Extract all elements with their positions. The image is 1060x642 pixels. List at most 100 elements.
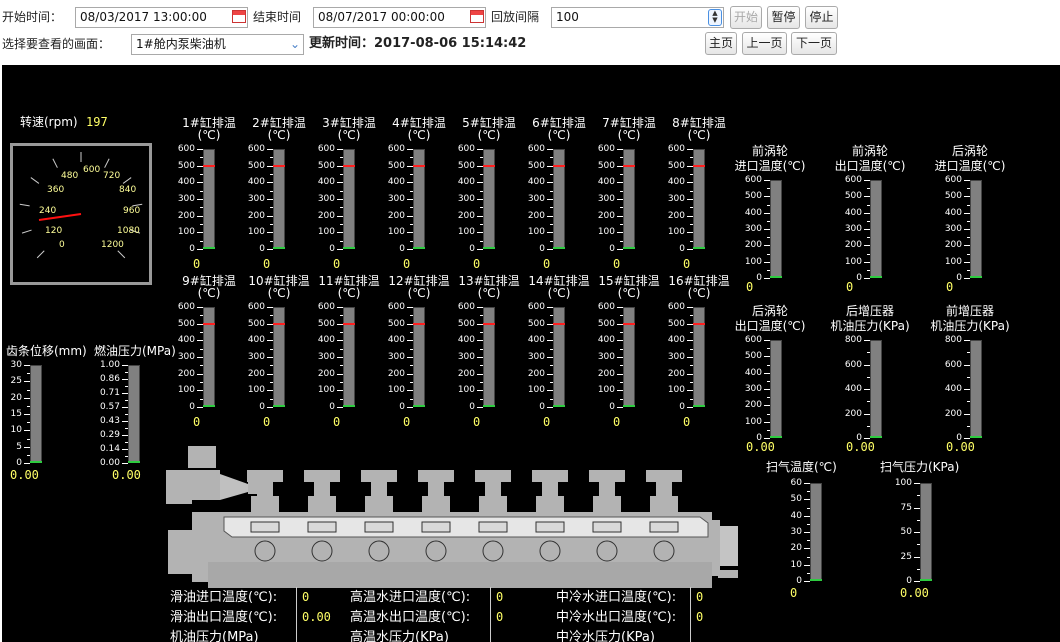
spinner-icon[interactable]: ▲ ▼ [708, 9, 722, 26]
cylinder-head [475, 470, 511, 482]
tick-label: 200 [597, 368, 615, 379]
tick-mark [807, 491, 810, 493]
crank-circle [482, 540, 504, 562]
tick-mark [480, 332, 483, 333]
stop-button[interactable]: 停止 [805, 6, 838, 29]
tick-label: 200 [844, 240, 862, 251]
start-button[interactable]: 开始 [730, 6, 762, 29]
tick-label: 300 [744, 224, 762, 234]
tick-mark [24, 365, 30, 366]
exhaust-temp-16-value: 0 [683, 415, 691, 429]
tick-mark [547, 373, 553, 375]
tick-mark [547, 149, 553, 150]
tick-mark [767, 220, 770, 222]
screen-select[interactable]: 1#舱内泵柴油机 ⌄ [131, 34, 304, 55]
tick-mark [690, 207, 693, 209]
chevron-down-icon: ⌄ [289, 37, 300, 51]
tick-label: 300 [457, 194, 475, 204]
table-row: 机油压力(MPa) [170, 630, 259, 642]
tick-label: 200 [457, 210, 475, 221]
exhaust-unit: (℃) [407, 128, 431, 142]
end-time-input[interactable]: 08/07/2017 00:00:00 [313, 7, 486, 28]
tick-mark [410, 240, 413, 242]
tick-mark [690, 382, 693, 383]
tick-mark [270, 398, 273, 400]
prev-page-button[interactable]: 上一页 [742, 32, 787, 55]
tick-label: 200 [247, 210, 265, 221]
next-page-button[interactable]: 下一页 [791, 32, 837, 55]
tick-label: 100 [944, 256, 962, 267]
tick-mark [807, 507, 810, 509]
tick-label: 30 [790, 527, 802, 537]
tick-mark [964, 245, 970, 247]
tick-mark [967, 352, 970, 354]
exhaust-unit: (℃) [267, 286, 291, 300]
scavenge-temp-level [810, 579, 822, 581]
start-time-input[interactable]: 08/03/2017 13:00:00 [75, 7, 248, 28]
tick-label: 400 [457, 177, 475, 188]
tick-mark [687, 249, 693, 250]
tick-mark [340, 332, 343, 333]
tick-mark [964, 229, 970, 230]
exhaust-port [307, 521, 337, 533]
home-button[interactable]: 主页 [705, 32, 737, 55]
tick-mark [340, 365, 343, 367]
tick-mark [764, 389, 770, 390]
pause-button[interactable]: 暂停 [767, 6, 800, 29]
tick-mark [807, 556, 810, 558]
tick-mark [617, 357, 623, 358]
tick-mark [122, 379, 128, 380]
exhaust-unit: (℃) [687, 286, 711, 300]
tick-label: 500 [667, 318, 685, 329]
tick-label: 100 [844, 256, 862, 267]
exhaust-unit: (℃) [477, 286, 501, 300]
tick-mark [200, 382, 203, 383]
tick-mark [200, 398, 203, 400]
tick-mark [617, 373, 623, 375]
tick-mark [690, 365, 693, 367]
tick-label: 200 [944, 408, 962, 419]
tick-label: 600 [387, 302, 405, 312]
tick-mark [620, 365, 623, 367]
interval-input[interactable]: 100 ▲ ▼ [551, 7, 724, 28]
tick-label: 600 [744, 175, 762, 185]
tick-mark [337, 249, 343, 250]
tick-mark [197, 215, 203, 217]
tick-mark [200, 348, 203, 350]
tick-mark [480, 207, 483, 209]
cylinder-head [247, 470, 283, 482]
cylinder-head [646, 470, 682, 482]
rpm-dial: 120 240 360 480 600 720 840 960 1080 120… [10, 143, 152, 285]
tick-label: 0.29 [99, 430, 120, 440]
tick-mark [337, 407, 343, 408]
tick-mark [690, 157, 693, 159]
turbo-0-bar [770, 180, 782, 278]
tick-mark [197, 182, 203, 184]
tick-mark [340, 190, 343, 192]
tick-mark [480, 382, 483, 383]
tick-mark [200, 240, 203, 242]
tick-mark [200, 190, 203, 192]
tick-mark [200, 224, 203, 225]
tick-mark [270, 224, 273, 225]
tick-mark [337, 215, 343, 217]
exhaust-port [535, 521, 565, 533]
tick-mark [267, 307, 273, 308]
tick-label: 500 [597, 318, 615, 329]
tick-label: 600 [744, 335, 762, 345]
tick-label: 800 [944, 335, 962, 345]
tick-label: 400 [247, 177, 265, 188]
exhaust-temp-6-value: 0 [543, 257, 551, 271]
tick-label: 0 [259, 244, 265, 254]
tick-mark [547, 182, 553, 184]
calendar-icon[interactable] [470, 10, 484, 23]
dial-tick: 840 [119, 185, 137, 195]
tick-mark [407, 390, 413, 392]
tick-label: 300 [844, 224, 862, 234]
calendar-icon[interactable] [232, 10, 246, 23]
tick-label: 300 [317, 194, 335, 204]
exhaust-temp-9-level [203, 405, 215, 407]
tick-mark [964, 212, 970, 214]
dial-tick: 120 [45, 226, 63, 236]
tick-label: 600 [247, 302, 265, 312]
